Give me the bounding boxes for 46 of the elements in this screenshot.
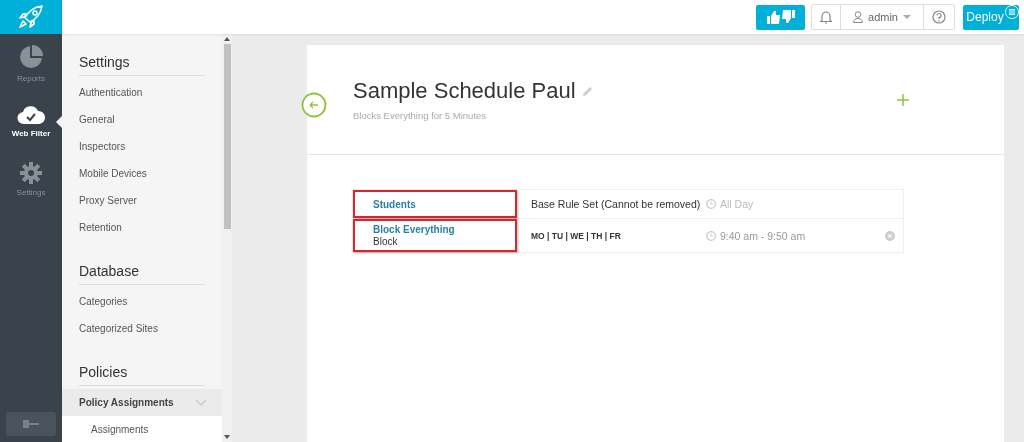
help-icon (932, 10, 946, 24)
scroll-up-icon[interactable] (224, 37, 230, 41)
section-heading: Settings (79, 54, 205, 76)
sidebar-item[interactable]: Mobile Devices (62, 160, 222, 187)
section-heading: Database (79, 263, 205, 285)
scrollbar[interactable] (222, 34, 232, 442)
rocket-icon (18, 5, 44, 29)
user-icon (853, 11, 864, 23)
schedule-title: Sample Schedule Paul (353, 78, 576, 104)
feedback-button[interactable] (756, 4, 806, 30)
scroll-down-icon[interactable] (224, 435, 230, 439)
gear-icon (20, 161, 42, 184)
section-heading: Policies (79, 364, 205, 386)
sidebar-item[interactable]: Retention (62, 214, 222, 241)
rule-time: All Day (720, 198, 754, 210)
sidebar-item[interactable]: Authentication (62, 79, 222, 106)
key-icon (23, 420, 39, 428)
caret-icon (903, 15, 911, 19)
sidebar-item[interactable]: Categories (62, 288, 222, 315)
bell-icon (820, 10, 833, 24)
clock-icon (706, 230, 716, 241)
rule-name-cell[interactable]: Block Everything Block (353, 219, 517, 252)
cloud-check-icon (17, 104, 45, 125)
sidebar-item[interactable]: Policy Assignments (62, 389, 222, 416)
chevron-icon (195, 399, 207, 406)
thumbs-icon (766, 10, 795, 24)
pie-chart-icon (18, 43, 44, 70)
pencil-icon[interactable] (581, 85, 593, 97)
rule-detail: Base Rule Set (Cannot be removed) (530, 198, 702, 210)
notifications-button[interactable] (812, 5, 842, 29)
schedule-subtitle: Blocks Everything for 5 Minutes (353, 110, 488, 121)
sidebar-item[interactable]: General (62, 106, 222, 133)
sidebar-item[interactable]: Inspectors (62, 133, 222, 160)
sidebar-item[interactable]: Assignments (62, 416, 222, 442)
clock-icon (706, 199, 716, 209)
back-button[interactable] (301, 92, 327, 118)
add-icon[interactable] (897, 93, 909, 106)
sidebar-item[interactable]: Proxy Server (62, 187, 222, 214)
rule-time: 9:40 am - 9:50 am (720, 229, 806, 242)
list-badge-icon (1005, 4, 1019, 19)
sidebar-item[interactable]: Categorized Sites (62, 315, 222, 342)
rule-detail: MO | TU | WE | TH | FR (530, 230, 622, 241)
logo[interactable] (0, 0, 62, 34)
key-button[interactable] (6, 412, 56, 436)
rule-name-cell[interactable]: Students (353, 190, 517, 218)
remove-icon[interactable] (885, 230, 895, 241)
